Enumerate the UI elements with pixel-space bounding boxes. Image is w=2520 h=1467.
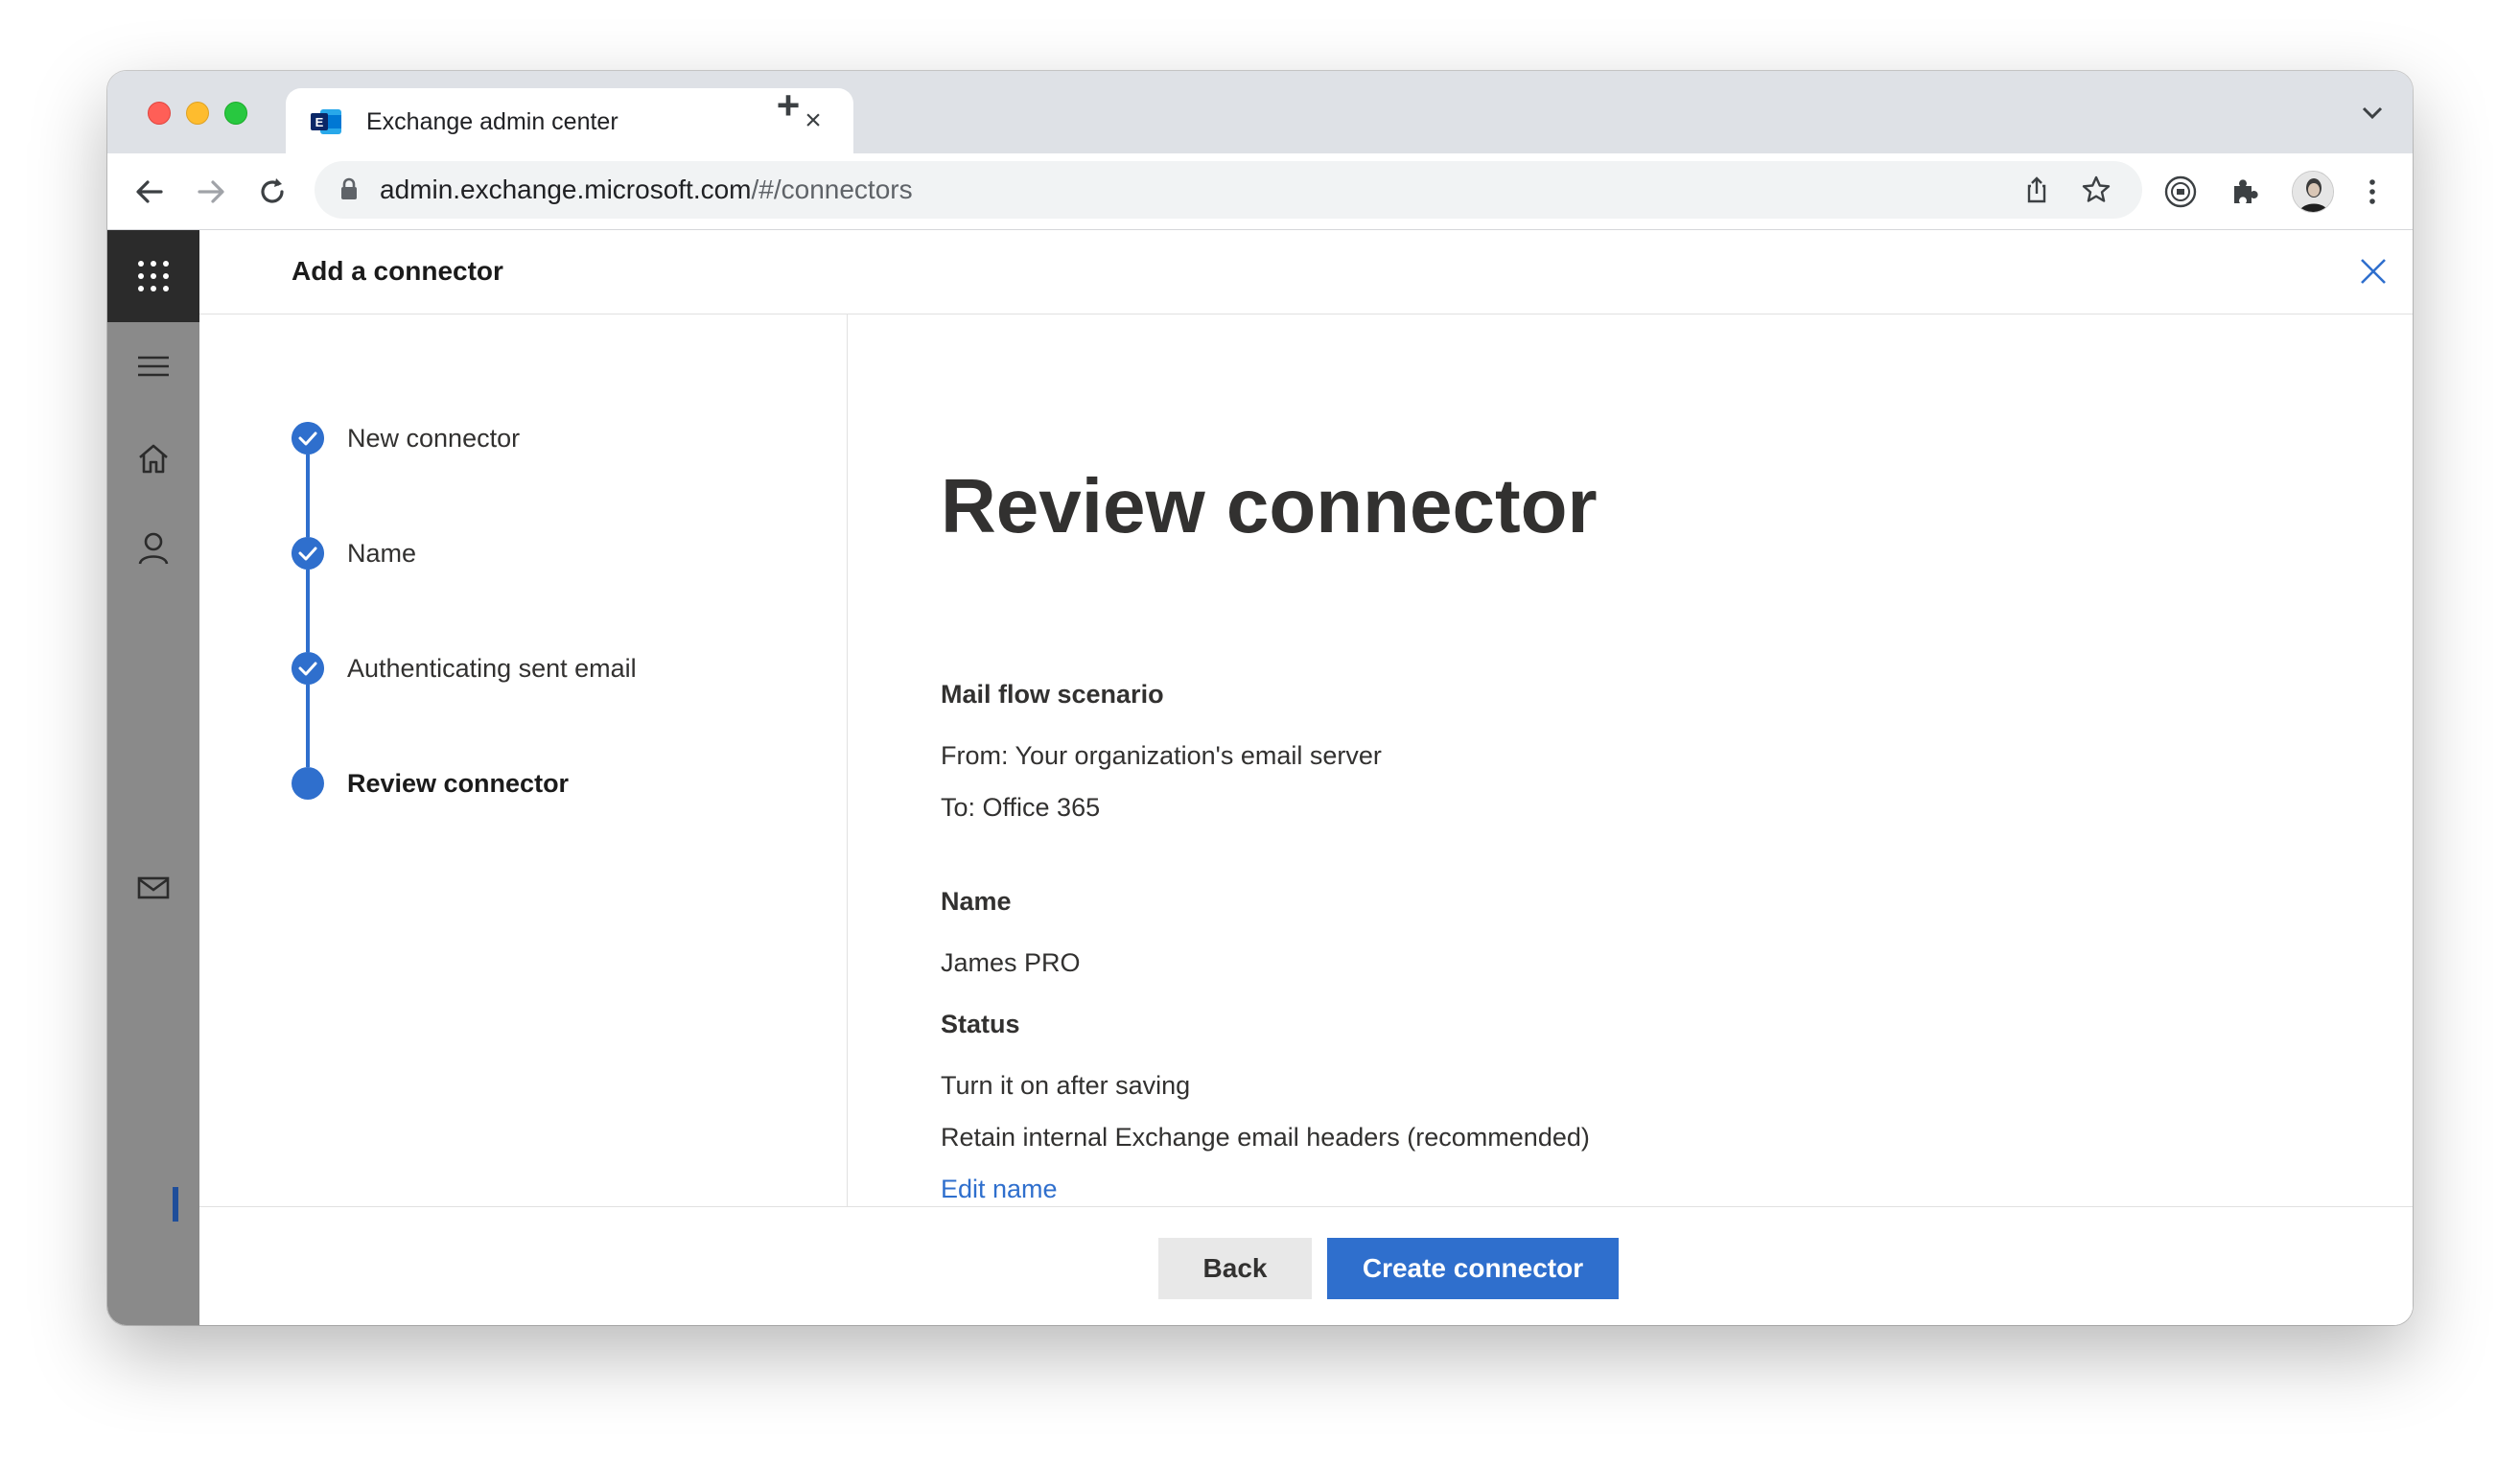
share-icon[interactable] <box>2021 175 2052 205</box>
step-label: Authenticating sent email <box>347 654 637 683</box>
status-value: Turn it on after saving <box>941 1071 1191 1100</box>
step-label: Name <box>347 539 417 568</box>
review-content: Review connector Mail flow scenario From… <box>849 314 2413 1206</box>
url-host: admin.exchange.microsoft.com <box>380 175 752 204</box>
tab-strip: E Exchange admin center × <box>107 71 2413 153</box>
panel-header: Add a connector <box>199 230 2413 314</box>
reload-icon[interactable] <box>255 175 290 209</box>
mail-flow-heading: Mail flow scenario <box>941 680 1164 709</box>
create-connector-button[interactable]: Create connector <box>1327 1238 1619 1299</box>
step-connector-line <box>306 570 310 652</box>
step-label: Review connector <box>347 769 570 798</box>
url-text[interactable]: admin.exchange.microsoft.com/#/connector… <box>380 175 913 205</box>
headers-value: Retain internal Exchange email headers (… <box>941 1123 1590 1152</box>
waffle-grid-icon <box>138 261 169 291</box>
svg-text:E: E <box>315 115 324 129</box>
profile-photo-icon <box>2293 172 2333 212</box>
back-button[interactable]: Back <box>1158 1238 1312 1299</box>
browser-menu-kebab-icon[interactable] <box>2355 175 2390 209</box>
tab-search-chevron-icon[interactable] <box>2361 105 2384 121</box>
person-icon[interactable] <box>134 529 173 568</box>
mail-flow-to: To: Office 365 <box>941 793 1101 822</box>
review-title: Review connector <box>941 463 1598 548</box>
url-path: /#/connectors <box>751 175 913 204</box>
new-tab-plus-icon[interactable]: + <box>769 85 807 126</box>
checkmark-circle-icon <box>292 422 324 454</box>
current-step-dot-icon <box>292 767 324 800</box>
step-connector-line <box>306 685 310 767</box>
selected-nav-indicator <box>173 1187 178 1222</box>
name-heading: Name <box>941 887 1012 916</box>
close-window-button[interactable] <box>148 102 171 125</box>
browser-window: E Exchange admin center × + admin.exchan… <box>107 71 2413 1325</box>
lock-icon[interactable] <box>339 177 359 200</box>
mail-icon[interactable] <box>134 869 173 907</box>
address-bar[interactable]: admin.exchange.microsoft.com/#/connector… <box>315 161 2142 219</box>
app-launcher[interactable] <box>107 230 199 322</box>
browser-toolbar: admin.exchange.microsoft.com/#/connector… <box>107 153 2413 230</box>
extensions-puzzle-icon[interactable] <box>2227 175 2261 209</box>
wizard-steps: New connector Name Authenticating sent e… <box>199 314 848 1206</box>
exchange-logo-icon: E <box>311 109 341 134</box>
name-value: James PRO <box>941 948 1081 977</box>
mail-flow-from: From: Your organization's email server <box>941 741 1382 770</box>
panel-title: Add a connector <box>292 256 503 286</box>
add-connector-panel: Add a connector New connector Name Authe… <box>199 230 2413 1325</box>
close-panel-icon[interactable] <box>2357 255 2390 288</box>
app-region: Add a connector New connector Name Authe… <box>107 230 2413 1325</box>
extension-circle-icon[interactable] <box>2163 175 2198 209</box>
profile-avatar[interactable] <box>2292 171 2334 213</box>
status-heading: Status <box>941 1010 1020 1038</box>
checkmark-circle-icon <box>292 537 324 570</box>
back-arrow-icon[interactable] <box>132 175 167 209</box>
bookmark-star-icon[interactable] <box>2081 175 2112 205</box>
left-nav-rail <box>107 230 199 1325</box>
hamburger-menu-icon[interactable] <box>134 347 173 385</box>
forward-arrow-icon[interactable] <box>194 175 228 209</box>
edit-name-link[interactable]: Edit name <box>941 1174 1058 1204</box>
home-icon[interactable] <box>134 439 173 477</box>
checkmark-circle-icon <box>292 652 324 685</box>
panel-footer: Back Create connector <box>199 1206 2413 1325</box>
zoom-window-button[interactable] <box>224 102 247 125</box>
step-label: New connector <box>347 424 521 453</box>
tab-title: Exchange admin center <box>366 108 618 135</box>
step-connector-line <box>306 454 310 537</box>
minimize-window-button[interactable] <box>186 102 209 125</box>
